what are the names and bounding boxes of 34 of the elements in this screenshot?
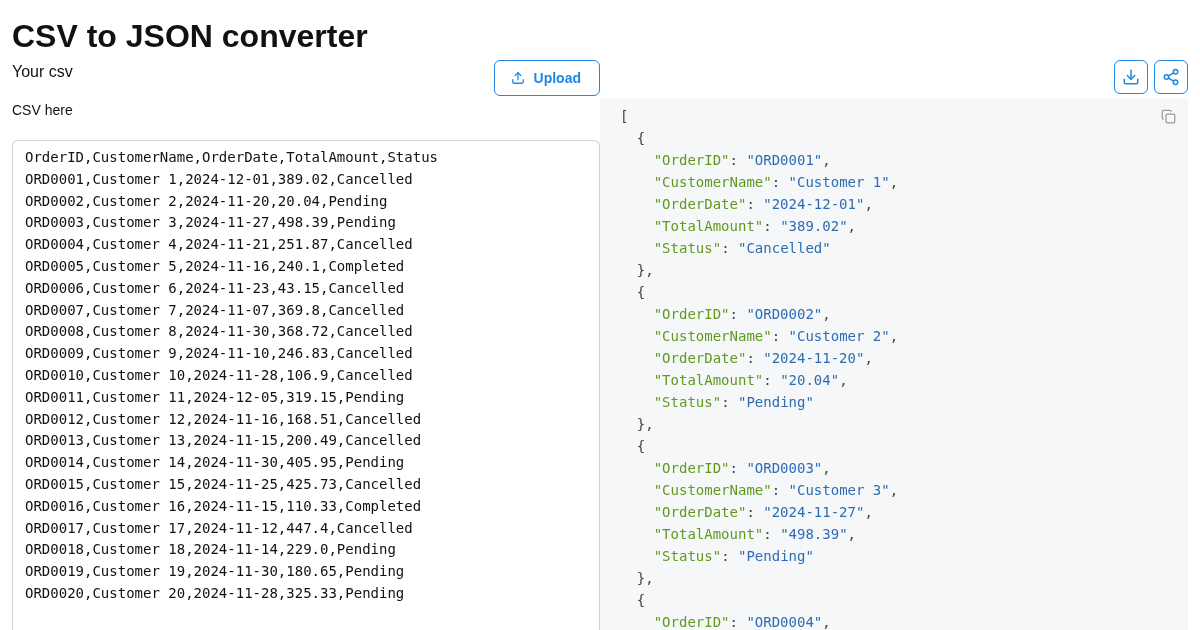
code-line: {: [636, 591, 646, 610]
code-line: "Status": "Cancelled": [653, 239, 831, 258]
field-label: CSV here: [12, 101, 73, 120]
share-icon: [1162, 68, 1180, 86]
code-line: {: [636, 129, 646, 148]
download-button[interactable]: [1114, 60, 1148, 94]
code-line: "OrderID": "ORD0001",: [653, 151, 831, 170]
share-button[interactable]: [1154, 60, 1188, 94]
section-label: Your csv: [12, 62, 73, 82]
upload-icon: [510, 71, 525, 85]
download-icon: [1122, 68, 1140, 86]
code-line: "Status": "Pending": [653, 393, 814, 412]
code-line: [: [620, 107, 629, 126]
code-line: "OrderID": "ORD0003",: [653, 459, 831, 478]
code-line: "OrderDate": "2024-11-20",: [653, 349, 873, 368]
code-line: {: [636, 437, 646, 456]
code-line: },: [636, 569, 654, 588]
code-line: "TotalAmount": "389.02",: [653, 217, 856, 236]
code-line: "OrderDate": "2024-12-01",: [653, 195, 873, 214]
code-line: "TotalAmount": "498.39",: [653, 525, 856, 544]
code-line: "CustomerName": "Customer 3",: [653, 481, 899, 500]
code-line: },: [636, 415, 654, 434]
code-line: "OrderID": "ORD0004",: [653, 613, 831, 630]
code-line: "OrderID": "ORD0002",: [653, 305, 831, 324]
code-line: "Status": "Pending": [653, 547, 814, 566]
code-line: "TotalAmount": "20.04",: [653, 371, 848, 390]
code-line: },: [636, 261, 654, 280]
copy-icon[interactable]: [1161, 109, 1176, 124]
code-line: {: [636, 283, 646, 302]
code-line: "OrderDate": "2024-11-27",: [653, 503, 873, 522]
code-line: "CustomerName": "Customer 1",: [653, 173, 899, 192]
page-title: CSV to JSON converter: [12, 17, 368, 56]
upload-button[interactable]: Upload: [493, 60, 600, 96]
code-line: "CustomerName": "Customer 2",: [653, 327, 899, 346]
